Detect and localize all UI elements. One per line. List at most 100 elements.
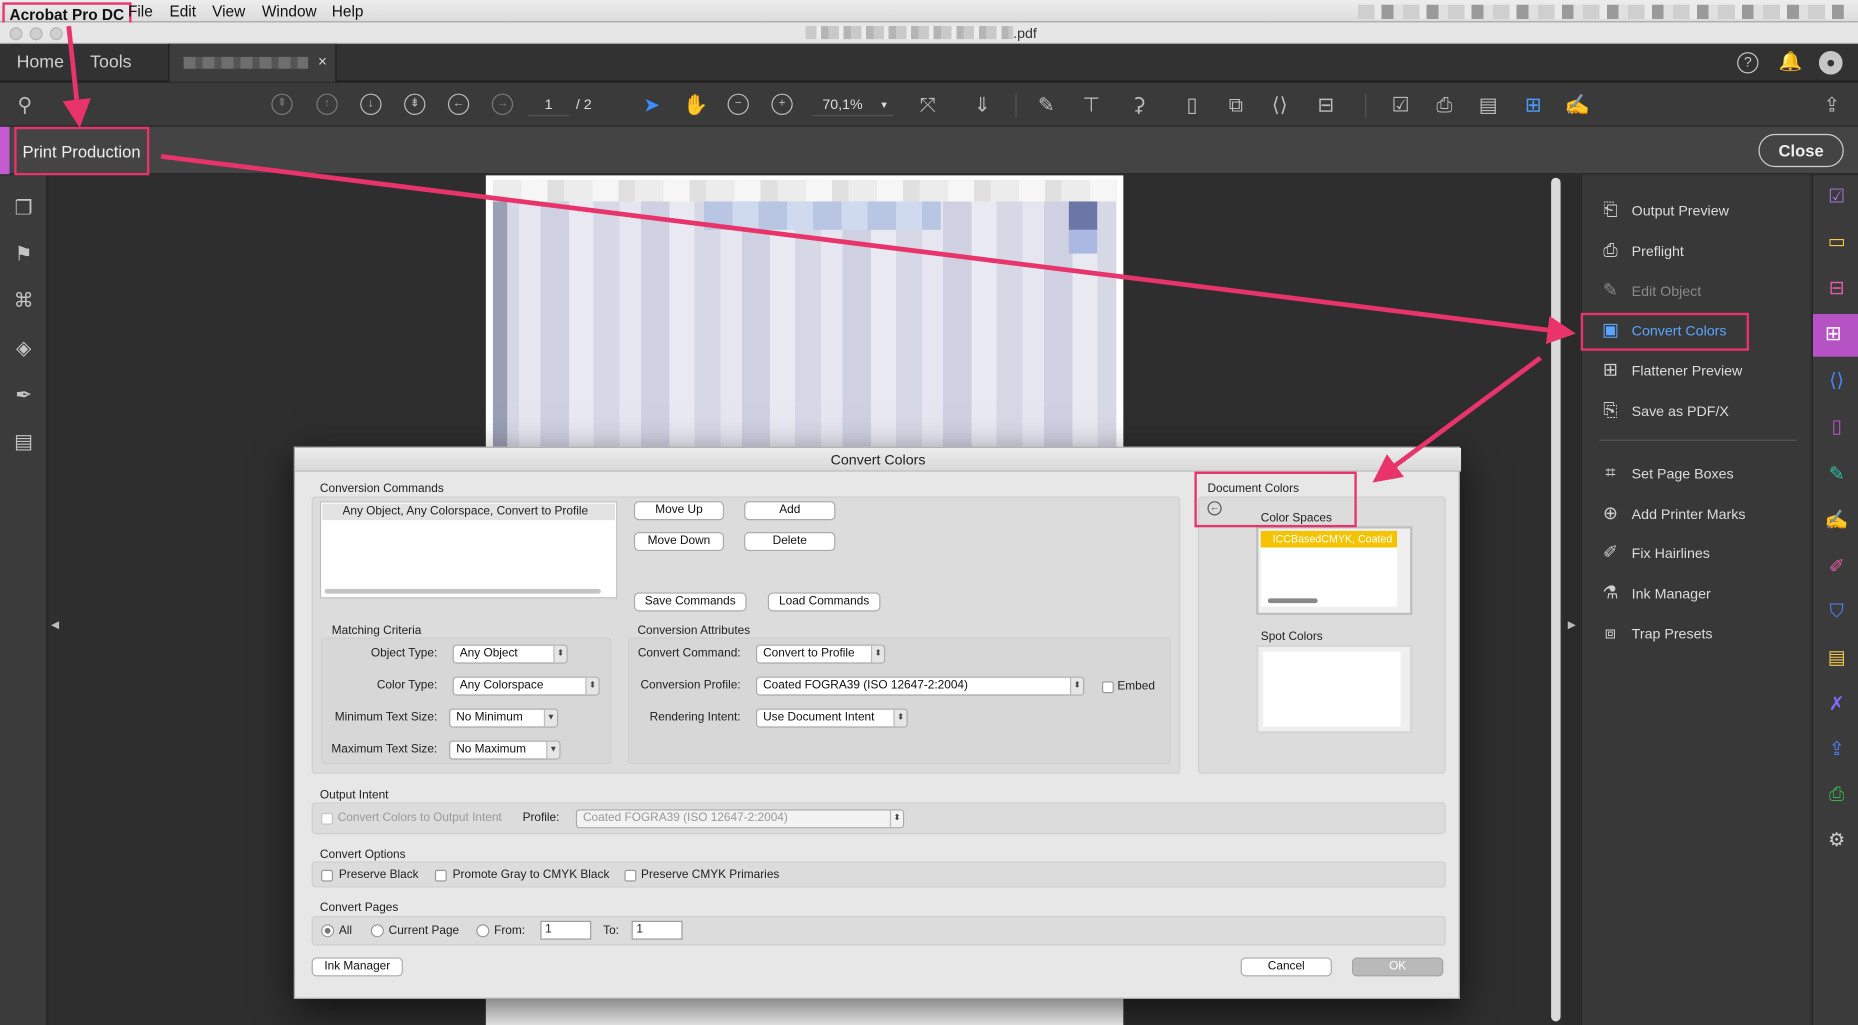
help-icon[interactable]: ? [1737,52,1759,74]
all-pages-radio[interactable] [321,924,335,938]
organize-pages-icon[interactable]: ⊟ [1824,276,1850,302]
signature-icon[interactable]: ✒ [11,383,37,409]
zoom-out-icon[interactable]: − [727,93,749,115]
rendering-intent-select[interactable]: Use Document Intent ⬍ [755,708,908,728]
close-tab-icon[interactable]: × [318,52,327,70]
page-thumbnails-icon[interactable]: ❐ [11,196,37,222]
share-icon[interactable]: ⇪ [1819,92,1845,118]
document-icon[interactable]: ▯ [1179,92,1205,118]
attachment-icon[interactable]: ⌘ [11,288,37,314]
page-number-input[interactable]: 1 [528,94,569,117]
toolbox-icon[interactable]: ⊟ [1313,92,1339,118]
signature-x-icon[interactable]: ✗ [1824,692,1850,718]
next-page-icon[interactable]: ↓ [360,93,382,115]
cancel-button[interactable]: Cancel [1240,957,1332,977]
current-page-radio[interactable] [370,924,384,938]
code-bracket-icon[interactable]: ⟨⟩ [1267,92,1293,118]
preserve-cmyk-primaries-checkbox[interactable] [624,869,637,882]
app-menu[interactable]: Acrobat Pro DC [2,2,132,25]
first-page-icon[interactable]: ⇞ [271,93,293,115]
commands-list[interactable]: Any Object, Any Colorspace, Convert to P… [319,501,618,599]
highlight-pen-icon[interactable]: ✎ [1033,92,1059,118]
tab-home[interactable]: Home [17,52,64,72]
close-window-button[interactable] [9,27,23,41]
page-fit-icon[interactable]: ⤧ [915,92,941,118]
checklist-icon[interactable]: ☑ [1388,92,1414,118]
notification-bell-icon[interactable]: 🔔 [1779,51,1803,75]
commands-list-item[interactable]: Any Object, Any Colorspace, Convert to P… [322,503,615,521]
add-button[interactable]: Add [744,501,836,521]
menu-edit[interactable]: Edit [169,2,196,20]
print-icon[interactable]: ⎙ [1431,92,1457,118]
send-for-signature-icon[interactable]: ✍ [1824,508,1850,534]
preserve-black-checkbox[interactable] [321,869,333,882]
color-spaces-list[interactable]: ICCBasedCMYK, Coated [1260,530,1398,607]
page-range-radio[interactable] [476,924,490,938]
annotate-pen-icon[interactable]: ✐ [1824,555,1850,581]
layers-icon[interactable]: ◈ [11,335,37,361]
color-type-select[interactable]: Any Colorspace ⬍ [452,676,600,696]
share-file-icon[interactable]: ⇪ [1824,737,1850,763]
min-text-size-select[interactable]: No Minimum ▼ [449,708,559,728]
stamp-icon[interactable]: ⚳ [1126,92,1152,118]
spot-colors-list[interactable] [1263,651,1401,727]
collapse-right-icon[interactable]: ▶ [1568,619,1576,632]
active-tool-indicator[interactable]: ⊞ [1812,314,1858,357]
create-pdf-icon[interactable]: ▯ [1824,415,1850,441]
content-icon[interactable]: ▤ [11,429,37,455]
comment-icon[interactable]: ▭ [1824,230,1850,256]
ok-button[interactable]: OK [1352,957,1444,977]
fill-sign-icon[interactable]: ✎ [1824,462,1850,488]
zoom-in-icon[interactable]: + [771,93,793,115]
last-page-icon[interactable]: ⇟ [404,93,426,115]
from-page-input[interactable]: 1 [540,920,592,940]
embed-checkbox[interactable] [1102,681,1114,694]
convert-to-output-intent-checkbox[interactable] [321,812,333,825]
output-profile-select[interactable]: Coated FOGRA39 (ISO 12647-2:2004) ⬍ [575,809,905,829]
ink-manager-button[interactable]: Ink Manager [311,957,403,977]
compare-icon[interactable]: ⧉ [1223,92,1249,118]
layout-icon[interactable]: ▤ [1475,92,1501,118]
select-cursor-icon[interactable]: ➤ [639,92,665,118]
move-up-button[interactable]: Move Up [633,501,725,521]
close-tool-button[interactable]: Close [1758,133,1844,168]
text-box-icon[interactable]: ⊤ [1078,92,1104,118]
save-commands-button[interactable]: Save Commands [633,592,747,612]
tab-tools[interactable]: Tools [90,52,132,72]
promote-gray-checkbox[interactable] [434,869,447,882]
more-tools-icon[interactable]: ⚙ [1824,828,1850,854]
zoom-window-button[interactable] [49,27,63,41]
sign-pen-icon[interactable]: ✍ [1564,92,1590,118]
move-down-button[interactable]: Move Down [633,532,725,552]
search-icon[interactable]: ⚲ [12,92,38,118]
back-view-icon[interactable]: ← [447,93,470,115]
bookmark-icon[interactable]: ⚑ [11,242,37,268]
hand-tool-icon[interactable]: ✋ [683,92,709,118]
protect-shield-icon[interactable]: ⛉ [1824,600,1850,626]
edit-code-icon[interactable]: ⟨⟩ [1824,369,1850,395]
convert-command-select[interactable]: Convert to Profile ⬍ [755,644,886,664]
delete-button[interactable]: Delete [744,532,836,552]
account-avatar-icon[interactable]: ● [1818,50,1843,75]
menu-view[interactable]: View [212,2,245,20]
load-commands-button[interactable]: Load Commands [767,592,881,612]
scroll-mode-icon[interactable]: ⇓ [969,92,995,118]
menu-file[interactable]: File [128,2,153,20]
zoom-level-select[interactable]: 70,1% ▼ [812,94,894,117]
export-pdf-icon[interactable]: ▤ [1824,646,1850,672]
forward-view-icon[interactable]: → [491,93,514,115]
conversion-profile-select[interactable]: Coated FOGRA39 (ISO 12647-2:2004) ⬍ [755,676,1085,696]
color-space-item[interactable]: ICCBasedCMYK, Coated [1260,530,1398,548]
max-text-size-select[interactable]: No Maximum ▼ [449,740,561,760]
list-horizontal-scrollbar[interactable] [1267,598,1318,604]
to-page-input[interactable]: 1 [631,920,683,940]
minimize-window-button[interactable] [29,27,43,41]
previous-page-icon[interactable]: ↑ [316,93,338,115]
menu-window[interactable]: Window [262,2,317,20]
print-production-icon[interactable]: ⎙ [1824,782,1850,808]
checklist-icon[interactable]: ☑ [1824,185,1850,211]
object-type-select[interactable]: Any Object ⬍ [452,644,568,664]
scrollbar-thumb[interactable] [1551,177,1561,1022]
list-horizontal-scrollbar[interactable] [324,588,601,594]
collapse-left-icon[interactable]: ◀ [51,619,59,632]
